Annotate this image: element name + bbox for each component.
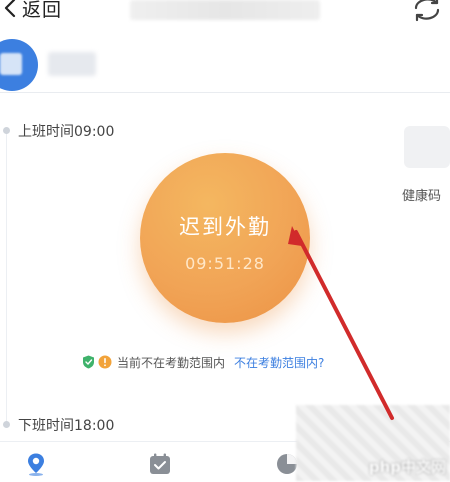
range-notice-link-suffix: ? [318,355,325,370]
attendance-panel: 上班时间09:00 健康码 迟到外勤 09:51:28 当前不在考勤范围内 不在… [0,93,450,441]
watermark-text: php中文网 [368,458,446,476]
site-watermark: php中文网 [296,405,450,481]
punch-status-label: 迟到外勤 [179,215,271,239]
tab-punch[interactable] [24,452,54,482]
range-notice: 当前不在考勤范围内 不在考勤范围内? [82,353,324,371]
health-code-label: 健康码 [402,189,442,204]
back-label: 返回 [22,0,63,21]
page-title-blurred [130,0,320,20]
chevron-left-icon [4,0,16,18]
user-name-blurred [48,52,96,76]
range-notice-link[interactable]: 不在考勤范围内? [234,354,324,371]
range-notice-link-text: 不在考勤范围内 [234,355,319,370]
end-shift-label: 下班时间18:00 [18,418,115,434]
timeline-line [6,133,7,423]
health-code-button[interactable] [404,126,450,168]
top-bar: 返回 [0,0,450,30]
timeline-dot-end [3,421,10,428]
back-button[interactable]: 返回 [2,0,62,22]
user-info-row[interactable] [0,30,450,93]
location-pin-icon [28,453,44,476]
avatar-image-blurred [0,53,22,75]
punch-button[interactable]: 迟到外勤 09:51:28 [140,153,310,323]
range-notice-text: 当前不在考勤范围内 [117,355,226,370]
tab-statistics[interactable] [148,452,178,482]
punch-current-time: 09:51:28 [185,254,265,273]
shield-icon [83,355,94,369]
calendar-check-icon [150,453,170,474]
start-shift-label: 上班时间09:00 [18,124,115,140]
timeline-dot-start [3,127,10,134]
warning-icon [98,355,112,369]
avatar[interactable] [0,39,38,91]
switch-account-icon[interactable] [410,0,444,24]
